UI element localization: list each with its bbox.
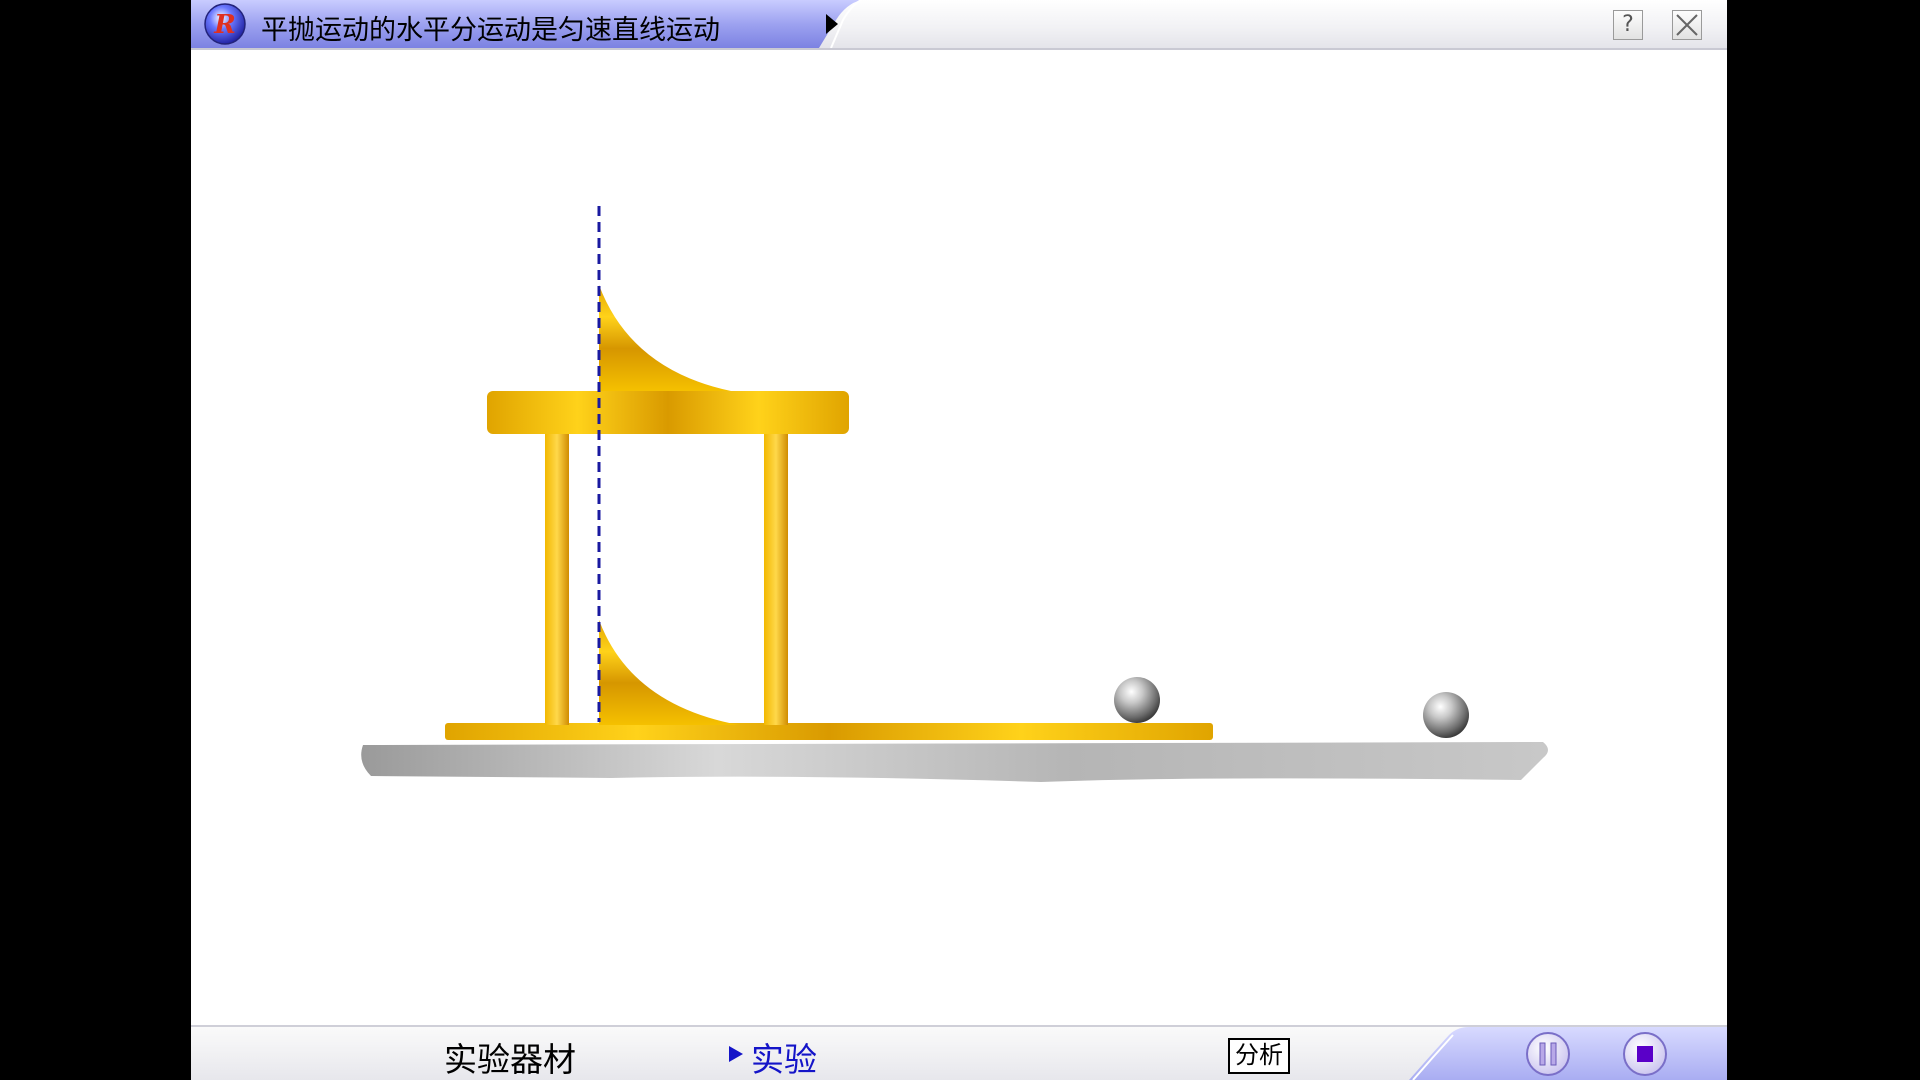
svg-text:R: R [213,10,236,40]
ground-surface [361,742,1549,782]
analyze-button[interactable]: 分析 [1228,1038,1290,1074]
pause-button[interactable] [1525,1031,1571,1077]
base-plate [445,723,1213,740]
tab-equipment[interactable]: 实验器材 [444,1033,576,1080]
right-pillar [764,430,788,725]
upper-platform [487,391,849,434]
triangle-right-icon [729,1046,743,1062]
lower-ramp [599,620,739,725]
projectile-ball [1423,692,1469,738]
tab-experiment-label: 实验 [751,1040,817,1079]
upper-ramp [599,285,731,391]
title-bar: R 平抛运动的水平分运动是匀速直线运动 ? [191,0,1727,50]
window-title: 平抛运动的水平分运动是匀速直线运动 [261,15,720,46]
triangle-right-icon[interactable] [822,10,842,38]
help-icon: ? [1622,12,1634,37]
close-button[interactable] [1672,10,1702,40]
bottom-bar: 实验器材 实验 分析 [191,1025,1727,1080]
lower-ball [1114,677,1160,723]
left-pillar [545,430,569,725]
help-button[interactable]: ? [1613,10,1643,40]
experiment-stage [361,206,1549,782]
simulation-window: R 平抛运动的水平分运动是匀速直线运动 ? 实验器材 实验 分析 [191,0,1727,1080]
stop-button[interactable] [1622,1031,1668,1077]
close-x-icon [1676,14,1698,36]
r-logo-icon: R [204,3,246,45]
stop-icon [1637,1046,1653,1062]
